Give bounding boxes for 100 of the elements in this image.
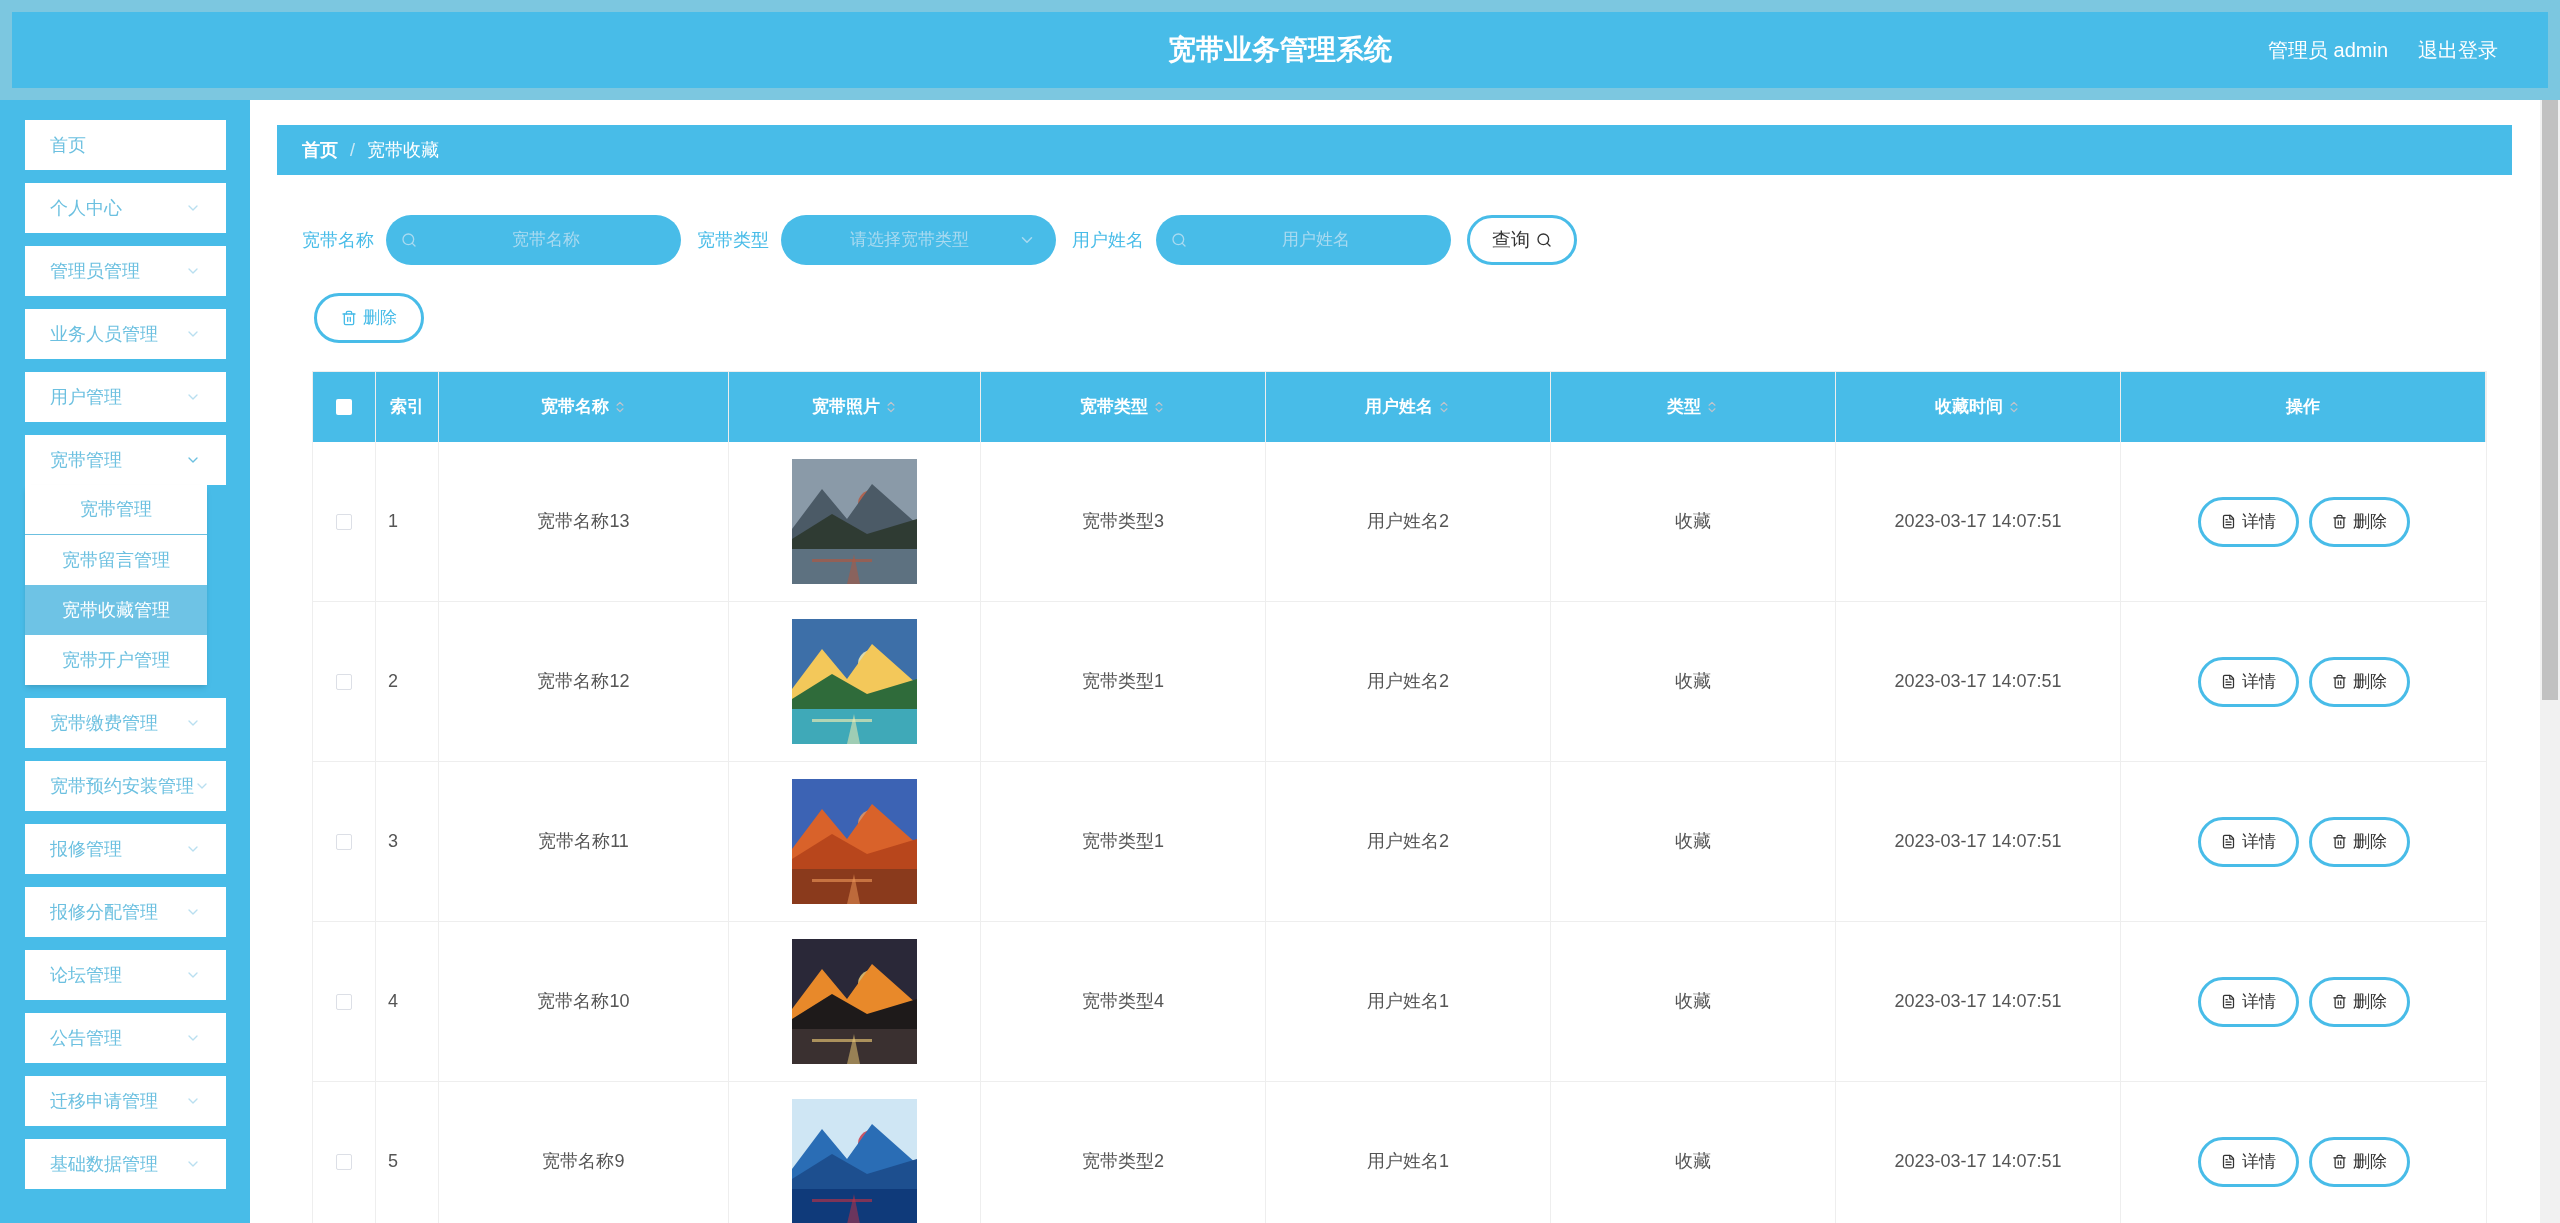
select-all-checkbox[interactable] (336, 399, 352, 415)
table-cell-text: 宽带类型1 (1082, 830, 1164, 853)
submenu-item[interactable]: 宽带管理 (25, 485, 207, 535)
row-checkbox[interactable] (336, 1153, 352, 1170)
delete-button[interactable]: 删除 (314, 293, 424, 343)
column-header: 索引 (376, 372, 439, 442)
table-cell-text: 用户姓名2 (1367, 670, 1449, 693)
trash-icon (2331, 674, 2347, 689)
table-cell-text: 宽带类型3 (1082, 510, 1164, 533)
row-checkbox[interactable] (336, 833, 352, 850)
details-button[interactable]: 详情 (2197, 496, 2299, 547)
table-cell-text: 1 (388, 510, 398, 533)
submenu-item[interactable]: 宽带留言管理 (25, 535, 207, 585)
table-cell-text: 用户姓名1 (1367, 990, 1449, 1013)
table-cell-text: 2023-03-17 14:07:51 (1894, 510, 2062, 533)
table-cell-text: 收藏 (1675, 670, 1711, 693)
delete-button[interactable]: 删除 (2308, 1136, 2410, 1187)
sidebar-item[interactable]: 业务人员管理 (25, 309, 226, 359)
document-icon (2220, 514, 2236, 529)
trash-icon (2331, 994, 2347, 1009)
search-icon (401, 232, 417, 248)
table-cell-text: 5 (388, 1150, 398, 1173)
row-checkbox[interactable] (336, 513, 352, 530)
submenu-item[interactable]: 宽带开户管理 (25, 635, 207, 685)
delete-button[interactable]: 删除 (2308, 656, 2410, 707)
document-icon (2220, 674, 2236, 689)
sidebar-item[interactable]: 宽带缴费管理 (25, 698, 226, 748)
table-cell-text: 2023-03-17 14:07:51 (1894, 990, 2062, 1013)
trash-icon (2331, 834, 2347, 849)
search-icon (1171, 232, 1187, 248)
sidebar-item[interactable]: 基础数据管理 (25, 1139, 226, 1189)
trash-icon (341, 310, 357, 326)
table-cell-text: 用户姓名2 (1367, 830, 1449, 853)
table-cell-text: 宽带类型1 (1082, 670, 1164, 693)
row-checkbox[interactable] (336, 673, 352, 690)
table-cell-text: 4 (388, 990, 398, 1013)
table-cell-text: 用户姓名2 (1367, 510, 1449, 533)
sidebar-item[interactable]: 首页 (25, 120, 226, 170)
breadcrumb-separator: / (350, 138, 355, 162)
column-header[interactable]: 用户姓名 (1266, 372, 1551, 442)
table-cell-text: 宽带名称13 (537, 510, 630, 533)
table-cell-text: 宽带名称12 (537, 670, 630, 693)
search-field[interactable]: 用户姓名 (1156, 215, 1451, 265)
column-header[interactable]: 宽带名称 (439, 372, 729, 442)
sidebar-item[interactable]: 管理员管理 (25, 246, 226, 296)
trash-icon (2331, 1154, 2347, 1169)
trash-icon (2331, 514, 2347, 529)
table-cell-text: 宽带类型2 (1082, 1150, 1164, 1173)
sidebar-item[interactable]: 论坛管理 (25, 950, 226, 1000)
app-title: 宽带业务管理系统 (1168, 33, 1392, 67)
table-cell-text: 宽带名称10 (537, 990, 630, 1013)
query-button[interactable]: 查询 (1467, 215, 1577, 265)
sidebar-item[interactable]: 用户管理 (25, 372, 226, 422)
column-header[interactable]: 类型 (1551, 372, 1836, 442)
details-button[interactable]: 详情 (2197, 656, 2299, 707)
table-cell-text: 收藏 (1675, 990, 1711, 1013)
delete-button[interactable]: 删除 (2308, 976, 2410, 1027)
table-cell-text: 宽带名称9 (542, 1150, 625, 1173)
field-label: 宽带名称 (302, 228, 374, 252)
table-cell-text: 2023-03-17 14:07:51 (1894, 670, 2062, 693)
details-button[interactable]: 详情 (2197, 976, 2299, 1027)
details-button[interactable]: 详情 (2197, 1136, 2299, 1187)
column-header[interactable]: 宽带类型 (981, 372, 1266, 442)
delete-button[interactable]: 删除 (2308, 816, 2410, 867)
breadcrumb-link[interactable]: 首页 (302, 136, 338, 164)
column-header: 操作 (2121, 372, 2486, 442)
delete-button[interactable]: 删除 (2308, 496, 2410, 547)
table-cell-text: 收藏 (1675, 830, 1711, 853)
sidebar-item[interactable]: 报修分配管理 (25, 887, 226, 937)
table-cell-text: 3 (388, 830, 398, 853)
sidebar-item[interactable]: 宽带管理 (25, 435, 226, 485)
table-cell-text: 2023-03-17 14:07:51 (1894, 830, 2062, 853)
type-select[interactable]: 请选择宽带类型 (781, 215, 1056, 265)
sidebar-item[interactable]: 报修管理 (25, 824, 226, 874)
sidebar-item[interactable]: 迁移申请管理 (25, 1076, 226, 1126)
breadcrumb-link[interactable]: 宽带收藏 (367, 136, 439, 164)
document-icon (2220, 994, 2236, 1009)
table-cell-text: 2 (388, 670, 398, 693)
row-checkbox[interactable] (336, 993, 352, 1010)
search-icon (1536, 232, 1552, 248)
column-header[interactable]: 宽带照片 (729, 372, 981, 442)
search-field[interactable]: 宽带名称 (386, 215, 681, 265)
table-cell-text: 2023-03-17 14:07:51 (1894, 1150, 2062, 1173)
logout-link[interactable]: 退出登录 (2418, 35, 2498, 65)
user-label: 管理员 admin (2267, 38, 2388, 63)
document-icon (2220, 834, 2236, 849)
submenu-item[interactable]: 宽带收藏管理 (25, 585, 207, 635)
sidebar-item[interactable]: 公告管理 (25, 1013, 226, 1063)
table-cell-text: 收藏 (1675, 510, 1711, 533)
details-button[interactable]: 详情 (2197, 816, 2299, 867)
table-cell-text: 收藏 (1675, 1150, 1711, 1173)
table-cell-text: 用户姓名1 (1367, 1150, 1449, 1173)
sidebar-item[interactable]: 个人中心 (25, 183, 226, 233)
sidebar-item[interactable]: 宽带预约安装管理 (25, 761, 226, 811)
table-cell-text: 宽带名称11 (538, 830, 629, 853)
field-label: 宽带类型 (697, 228, 769, 252)
column-header[interactable]: 收藏时间 (1836, 372, 2121, 442)
document-icon (2220, 1154, 2236, 1169)
field-label: 用户姓名 (1072, 228, 1144, 252)
table-cell-text: 宽带类型4 (1082, 990, 1164, 1013)
